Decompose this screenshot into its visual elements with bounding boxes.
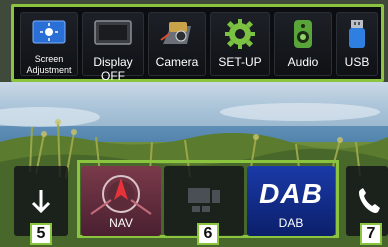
camera-label: Camera xyxy=(155,55,199,69)
display-off-label: Display OFF xyxy=(93,55,133,83)
usb-button[interactable]: USB xyxy=(336,12,378,76)
camera-icon xyxy=(160,22,191,44)
screen-adjustment-label-line1: Screen xyxy=(34,54,64,64)
speaker-icon xyxy=(294,20,312,48)
setup-label: SET-UP xyxy=(218,55,262,69)
callout-5: 5 xyxy=(30,223,52,245)
gear-icon xyxy=(225,19,255,49)
top-launcher-bar: Screen Adjustment Display OFF Camera SET… xyxy=(11,4,384,83)
screen-adjustment-label-line2: Adjustment xyxy=(26,65,72,75)
nav-compass-icon xyxy=(90,175,152,215)
usb-icon xyxy=(349,20,365,48)
brightness-icon xyxy=(32,20,66,44)
audio-button[interactable]: Audio xyxy=(274,12,332,76)
dab-shortcut-button[interactable]: DAB DAB xyxy=(247,166,335,236)
screen: Screen Adjustment Display OFF Camera SET… xyxy=(0,0,388,247)
dab-logo-icon: DAB xyxy=(247,178,335,210)
display-off-button[interactable]: Display OFF xyxy=(82,12,144,83)
callout-7: 7 xyxy=(360,223,382,245)
camera-button[interactable]: Camera xyxy=(148,12,206,76)
callout-6: 6 xyxy=(197,223,219,245)
dab-logo-text: DAB xyxy=(259,178,323,209)
usb-label: USB xyxy=(344,55,370,69)
dab-label: DAB xyxy=(278,216,304,230)
screen-adjustment-label: Screen Adjustment xyxy=(21,54,77,76)
display-off-icon xyxy=(94,20,132,45)
nav-label: NAV xyxy=(109,216,133,230)
screen-adjustment-button[interactable]: Screen Adjustment xyxy=(20,12,78,76)
nav-shortcut-button[interactable]: NAV xyxy=(81,166,161,236)
audio-label: Audio xyxy=(287,55,319,69)
setup-button[interactable]: SET-UP xyxy=(210,12,270,76)
